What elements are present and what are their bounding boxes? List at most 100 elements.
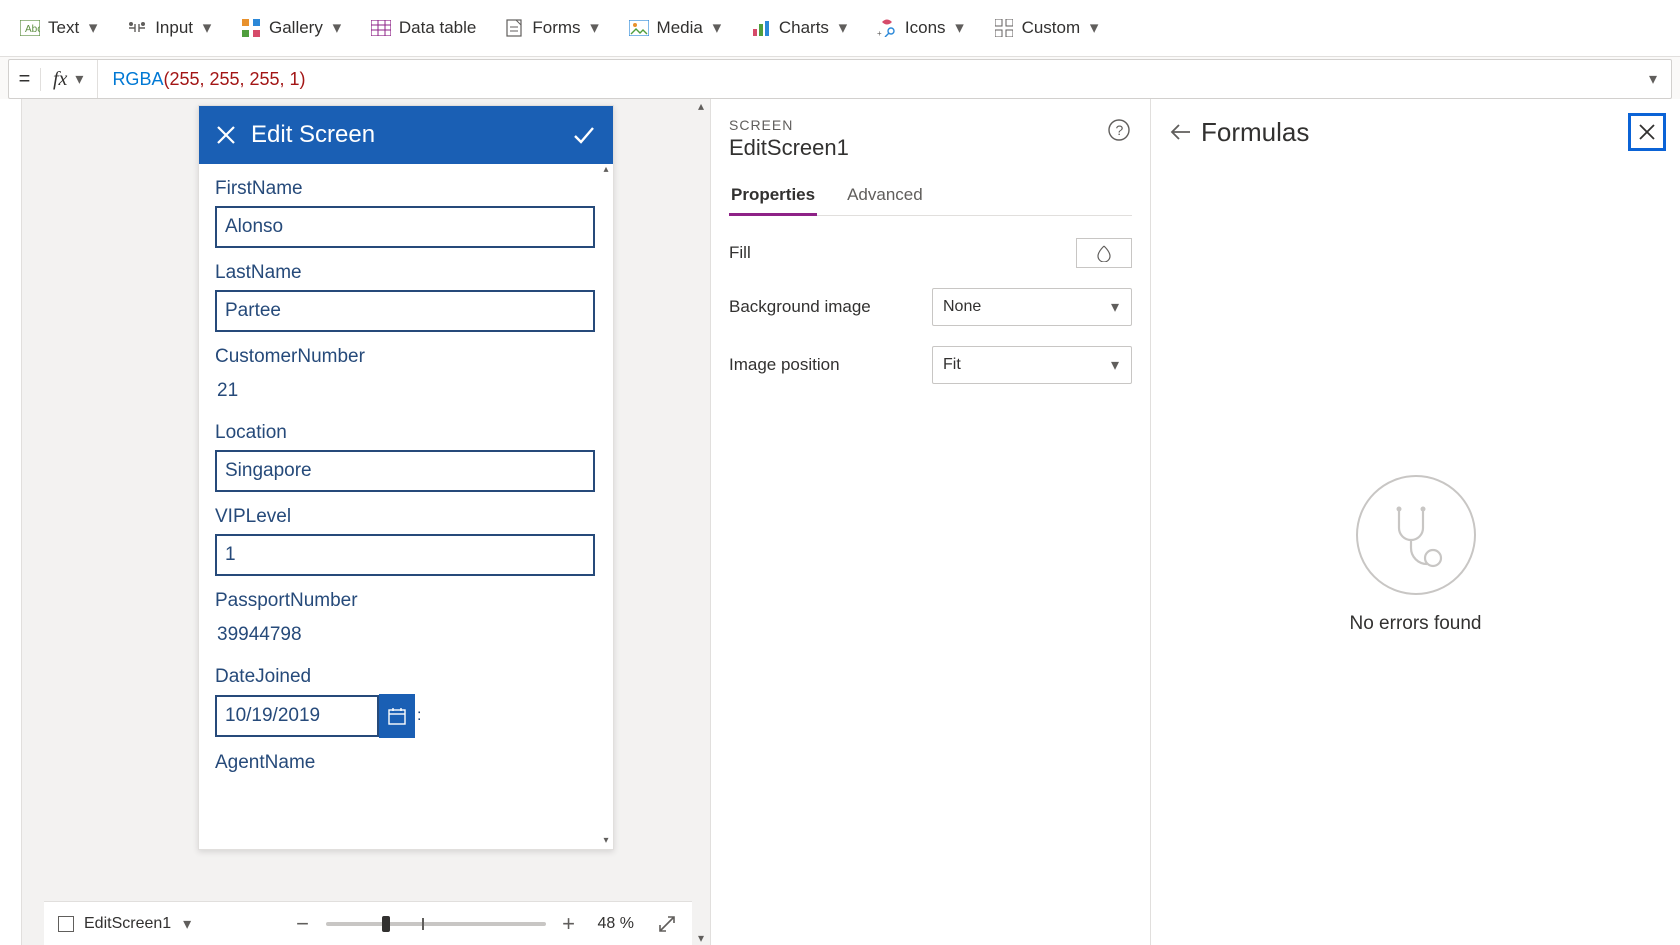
field-location: Location bbox=[215, 422, 597, 492]
ribbon-datatable[interactable]: Data table bbox=[359, 12, 489, 44]
breadcrumb[interactable]: EditScreen1 bbox=[84, 915, 171, 933]
svg-text:+: + bbox=[877, 29, 882, 37]
ribbon-label: Custom bbox=[1022, 18, 1081, 38]
ribbon-label: Media bbox=[657, 18, 703, 38]
field-customernumber: CustomerNumber 21 bbox=[215, 346, 597, 408]
zoom-out-button[interactable]: − bbox=[292, 913, 314, 935]
formulas-panel: Formulas No errors found bbox=[1150, 99, 1680, 945]
no-errors-message: No errors found bbox=[1349, 613, 1481, 635]
ribbon-gallery[interactable]: Gallery ▾ bbox=[229, 12, 355, 44]
check-icon[interactable] bbox=[571, 122, 597, 148]
ribbon-charts[interactable]: Charts ▾ bbox=[739, 12, 861, 44]
tab-advanced[interactable]: Advanced bbox=[845, 177, 925, 215]
formula-expand[interactable]: ▾ bbox=[1635, 69, 1671, 89]
canvas[interactable]: Edit Screen FirstName LastName bbox=[22, 99, 710, 945]
ribbon-media[interactable]: Media ▾ bbox=[617, 12, 735, 44]
chevron-down-icon[interactable]: ▾ bbox=[181, 918, 193, 930]
zoom-control: − + 48 % bbox=[292, 913, 678, 935]
tree-panel-collapsed[interactable] bbox=[0, 99, 22, 945]
close-icon[interactable] bbox=[215, 124, 237, 146]
fit-to-window-button[interactable] bbox=[656, 913, 678, 935]
back-button[interactable] bbox=[1165, 117, 1195, 147]
stethoscope-icon bbox=[1356, 475, 1476, 595]
phone-preview[interactable]: Edit Screen FirstName LastName bbox=[198, 105, 614, 850]
chevron-down-icon: ▾ bbox=[1088, 22, 1100, 34]
field-label: AgentName bbox=[215, 752, 597, 774]
svg-text:Abc: Abc bbox=[25, 24, 40, 35]
lastname-input[interactable] bbox=[215, 290, 595, 332]
location-input[interactable] bbox=[215, 450, 595, 492]
field-label: DateJoined bbox=[215, 666, 597, 688]
ribbon-custom[interactable]: Custom ▾ bbox=[982, 12, 1113, 44]
scroll-down-icon[interactable]: ▾ bbox=[694, 931, 708, 945]
chevron-down-icon: ▾ bbox=[954, 22, 966, 34]
passportnumber-value: 39944798 bbox=[215, 618, 597, 652]
field-label: LastName bbox=[215, 262, 597, 284]
scroll-up-icon[interactable]: ▴ bbox=[694, 99, 708, 113]
fill-color-picker[interactable] bbox=[1076, 238, 1132, 268]
chevron-down-icon: ▾ bbox=[331, 22, 343, 34]
formula-bar: = fx ▾ RGBA(255, 255, 255, 1) ▾ bbox=[8, 59, 1672, 99]
formula-equals: = bbox=[9, 68, 41, 91]
viplevel-input[interactable] bbox=[215, 534, 595, 576]
chevron-down-icon: ▾ bbox=[73, 73, 85, 85]
zoom-in-button[interactable]: + bbox=[558, 913, 580, 935]
field-label: Location bbox=[215, 422, 597, 444]
field-lastname: LastName bbox=[215, 262, 597, 332]
field-label: FirstName bbox=[215, 178, 597, 200]
canvas-footer: EditScreen1 ▾ − + 48 % bbox=[44, 901, 692, 945]
ribbon-label: Charts bbox=[779, 18, 829, 38]
ribbon-input[interactable]: Input ▾ bbox=[115, 12, 225, 44]
chevron-down-icon: ▾ bbox=[87, 22, 99, 34]
ribbon-icons[interactable]: + Icons ▾ bbox=[865, 12, 978, 44]
bgimage-select[interactable]: None ▾ bbox=[932, 288, 1132, 326]
field-agentname: AgentName bbox=[215, 752, 597, 774]
ribbon-label: Text bbox=[48, 18, 79, 38]
element-name: EditScreen1 bbox=[729, 135, 1106, 161]
help-icon[interactable]: ? bbox=[1106, 117, 1132, 143]
ribbon-label: Gallery bbox=[269, 18, 323, 38]
chevron-down-icon: ▾ bbox=[1109, 301, 1121, 313]
imgpos-select[interactable]: Fit ▾ bbox=[932, 346, 1132, 384]
ribbon-label: Input bbox=[155, 18, 193, 38]
ribbon: Abc Text ▾ Input ▾ Gallery ▾ Data table … bbox=[0, 0, 1680, 57]
forms-icon bbox=[504, 18, 524, 38]
formula-fx-button[interactable]: fx ▾ bbox=[41, 60, 98, 98]
prop-fill-row: Fill bbox=[729, 228, 1132, 278]
close-button[interactable] bbox=[1628, 113, 1666, 151]
element-type-label: SCREEN bbox=[729, 117, 1106, 133]
scroll-up-icon[interactable]: ▴ bbox=[601, 164, 611, 178]
phone-header: Edit Screen bbox=[199, 106, 613, 164]
tab-properties[interactable]: Properties bbox=[729, 177, 817, 215]
prop-bgimage-row: Background image None ▾ bbox=[729, 278, 1132, 336]
firstname-input[interactable] bbox=[215, 206, 595, 248]
prop-label: Image position bbox=[729, 355, 932, 375]
datatable-icon bbox=[371, 18, 391, 38]
phone-body: FirstName LastName CustomerNumber 21 Loc… bbox=[199, 164, 613, 849]
scroll-down-icon[interactable]: ▾ bbox=[601, 835, 611, 849]
ribbon-text[interactable]: Abc Text ▾ bbox=[8, 12, 111, 44]
field-label: PassportNumber bbox=[215, 590, 597, 612]
screen-checkbox[interactable] bbox=[58, 916, 74, 932]
text-icon: Abc bbox=[20, 18, 40, 38]
datejoined-input[interactable] bbox=[215, 695, 379, 737]
zoom-slider[interactable] bbox=[326, 922, 546, 926]
field-firstname: FirstName bbox=[215, 178, 597, 248]
field-label: CustomerNumber bbox=[215, 346, 597, 368]
canvas-area: Edit Screen FirstName LastName bbox=[0, 99, 710, 945]
calendar-icon[interactable] bbox=[379, 694, 415, 738]
zoom-thumb[interactable] bbox=[382, 916, 390, 932]
canvas-scrollbar[interactable]: ▴ ▾ bbox=[692, 99, 710, 945]
prop-imgpos-row: Image position Fit ▾ bbox=[729, 336, 1132, 394]
formula-input[interactable]: RGBA(255, 255, 255, 1) bbox=[98, 69, 1635, 90]
charts-icon bbox=[751, 18, 771, 38]
zoom-tick bbox=[422, 918, 424, 930]
ribbon-forms[interactable]: Forms ▾ bbox=[492, 12, 612, 44]
formulas-title: Formulas bbox=[1201, 117, 1628, 148]
ribbon-label: Data table bbox=[399, 18, 477, 38]
form-scrollbar[interactable]: ▴ ▾ bbox=[601, 164, 611, 849]
ribbon-label: Forms bbox=[532, 18, 580, 38]
chevron-down-icon: ▾ bbox=[837, 22, 849, 34]
prop-label: Fill bbox=[729, 243, 1076, 263]
ribbon-label: Icons bbox=[905, 18, 946, 38]
